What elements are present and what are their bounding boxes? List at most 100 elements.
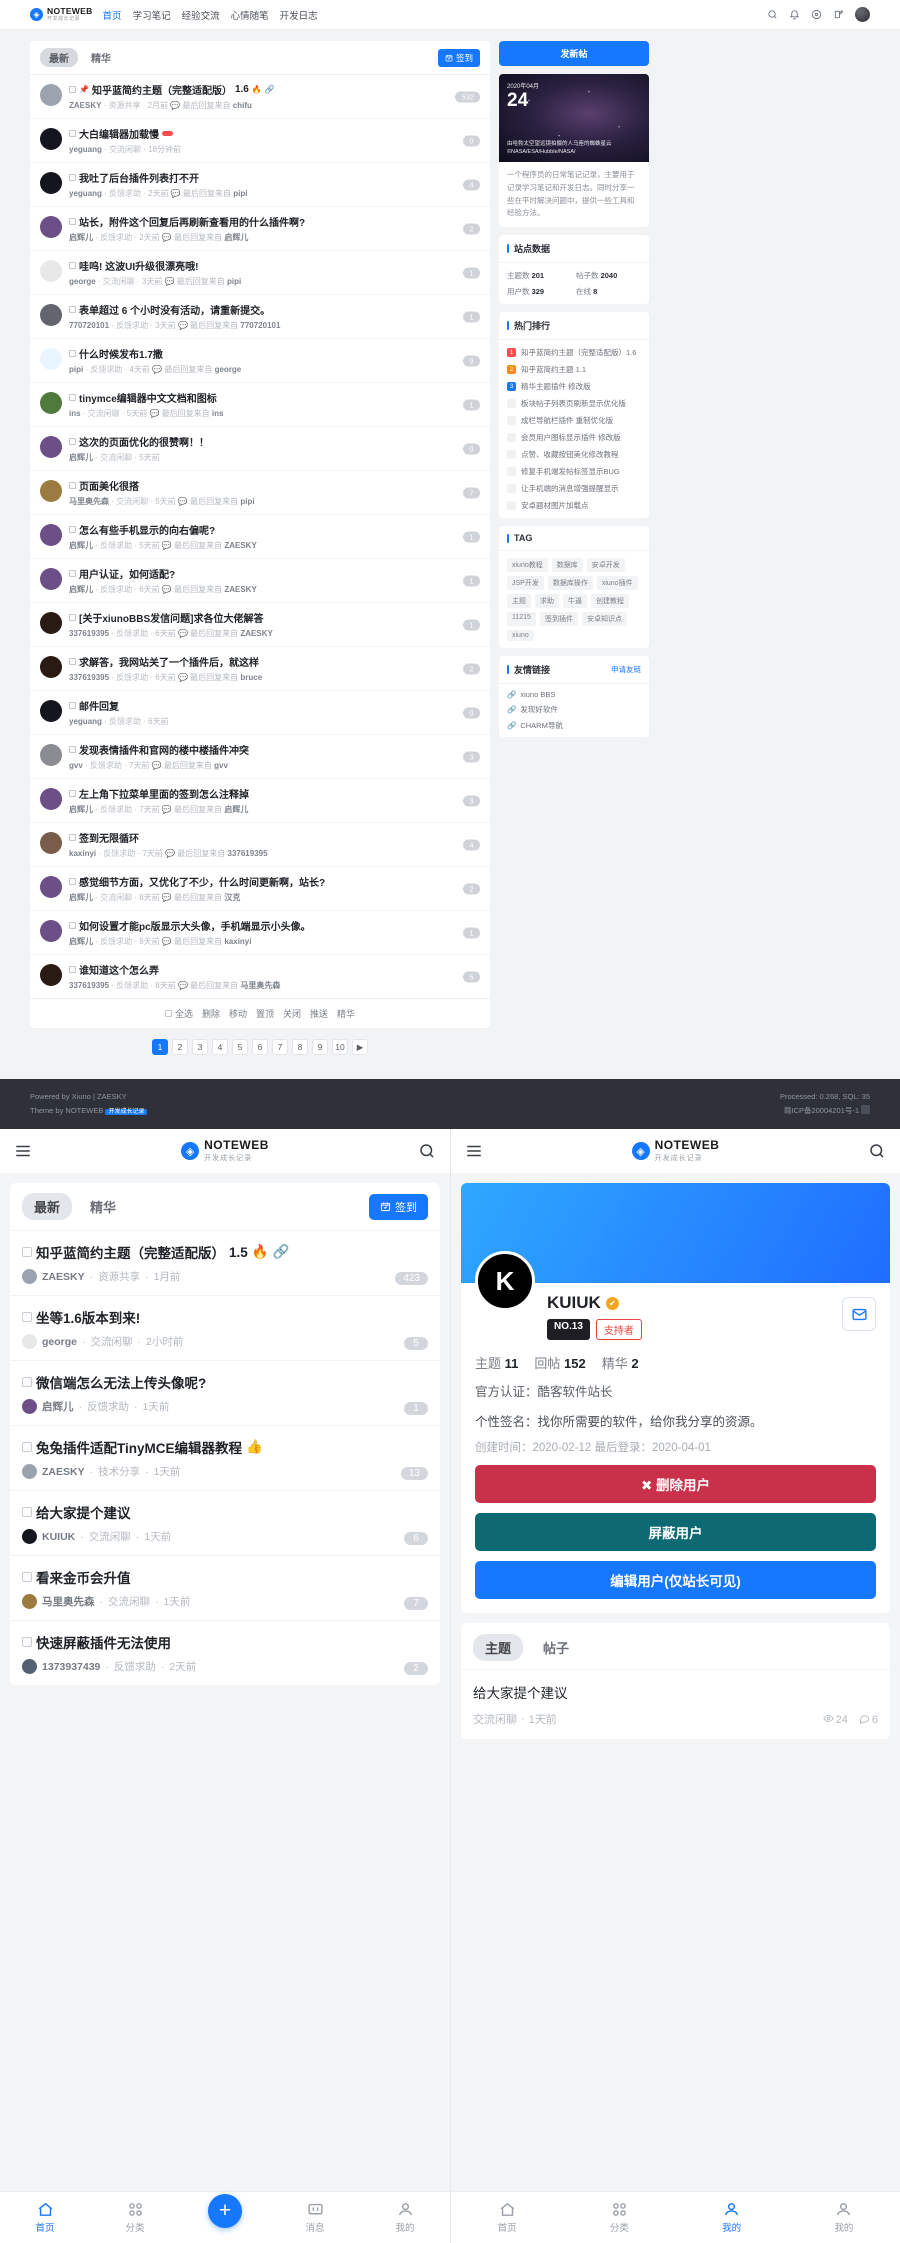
page-button-10[interactable]: 10 <box>332 1039 348 1055</box>
thread-row[interactable]: 知乎蓝简约主题（完整适配版） 1.5 🔥 🔗 ZAESKY · 资源共享 · 1月前 423 <box>10 1230 440 1295</box>
avatar[interactable] <box>40 216 62 238</box>
tag-item[interactable]: 数据库操作 <box>547 576 593 590</box>
select-all-checkbox[interactable]: 全选 <box>164 1007 193 1020</box>
thread-row[interactable]: 坐等1.6版本到来! george · 交流闲聊 · 2小时前 5 <box>10 1295 440 1360</box>
nav-item-experience[interactable]: 经验交流 <box>182 8 220 22</box>
thread-row[interactable]: 如何设置才能pc版显示大头像，手机端显示小头像。 启辉儿 · 反馈求助 · 8天前… <box>30 911 490 955</box>
thread-checkbox[interactable] <box>69 966 76 973</box>
thread-checkbox[interactable] <box>69 878 76 885</box>
tab-featured[interactable]: 精华 <box>78 1193 128 1220</box>
new-post-button[interactable]: 发新帖 <box>499 41 649 66</box>
action-close[interactable]: 关闭 <box>283 1007 301 1020</box>
avatar[interactable] <box>40 392 62 414</box>
tab-topics[interactable]: 主题 <box>473 1634 524 1661</box>
thread-row[interactable]: tinymce编辑器中文文档和图标 ins · 交流闲聊 · 5天前 💬 最后回复… <box>30 383 490 427</box>
thread-title[interactable]: tinymce编辑器中文文档和图标 <box>69 390 480 405</box>
avatar[interactable] <box>40 304 62 326</box>
mobile-logo-left[interactable]: ◈ NOTEWEB 开发成长记录 <box>181 1139 269 1162</box>
tabbar-item-我的[interactable]: 我的 <box>676 2201 788 2234</box>
send-message-button[interactable] <box>842 1297 876 1331</box>
thread-row[interactable]: 什么时候发布1.7撒 pipi · 反馈求助 · 4天前 💬 最后回复来自 geo… <box>30 339 490 383</box>
avatar[interactable] <box>22 1464 37 1479</box>
rank-item[interactable]: 安卓题材图片加载点 <box>499 497 649 514</box>
avatar[interactable] <box>40 612 62 634</box>
nav-item-mood[interactable]: 心情随笔 <box>231 8 269 22</box>
thread-title[interactable]: 谁知道这个怎么弄 <box>69 962 480 977</box>
thread-title[interactable]: 页面美化很搭 <box>69 478 480 493</box>
thread-checkbox[interactable] <box>69 262 76 269</box>
tabbar-item-首页[interactable]: 首页 <box>451 2201 563 2234</box>
tag-item[interactable]: xiuno教程 <box>507 558 548 572</box>
thread-row[interactable]: 谁知道这个怎么弄 337619395 · 反馈求助 · 8天前 💬 最后回复来自 … <box>30 955 490 998</box>
tag-item[interactable]: 牛逼 <box>563 594 587 608</box>
avatar[interactable] <box>40 128 62 150</box>
mobile-logo-right[interactable]: ◈ NOTEWEB 开发成长记录 <box>631 1139 720 1162</box>
thread-checkbox[interactable] <box>22 1312 32 1322</box>
rank-item[interactable]: 修复手机端发帖标签显示BUG <box>499 463 649 480</box>
thread-checkbox[interactable] <box>69 746 76 753</box>
tag-item[interactable]: 安卓开发 <box>586 558 625 572</box>
thread-checkbox[interactable] <box>22 1572 32 1582</box>
thread-row[interactable]: 发现表情插件和官网的楼中楼插件冲突 gvv · 反馈求助 · 7天前 💬 最后回复… <box>30 735 490 779</box>
avatar[interactable] <box>40 920 62 942</box>
thread-title[interactable]: 表单超过 6 个小时没有活动，请重新提交。 <box>69 302 480 317</box>
tab-featured[interactable]: 精华 <box>82 48 120 67</box>
nav-item-home[interactable]: 首页 <box>103 8 122 22</box>
new-post-fab[interactable]: + <box>208 2193 242 2228</box>
avatar[interactable] <box>40 84 62 106</box>
rank-item[interactable]: 板块帖子列表页刷新显示优化版 <box>499 395 649 412</box>
thread-title[interactable]: 怎么有些手机显示的向右偏呢? <box>69 522 480 537</box>
tabbar-item-我的[interactable]: 我的 <box>788 2201 900 2234</box>
thread-row[interactable]: 表单超过 6 个小时没有活动，请重新提交。 770720101 · 反馈求助 · … <box>30 295 490 339</box>
thread-row[interactable]: 大白编辑器加载慢 yeguang · 交流闲聊 · 18分钟前 0 <box>30 119 490 163</box>
avatar[interactable] <box>22 1594 37 1609</box>
search-icon[interactable] <box>868 1142 886 1160</box>
thread-row[interactable]: 看来金币会升值 马里奥先森 · 交流闲聊 · 1天前 7 <box>10 1555 440 1620</box>
thread-checkbox[interactable] <box>69 790 76 797</box>
thread-row[interactable]: 邮件回复 yeguang · 反馈求助 · 6天前 0 <box>30 691 490 735</box>
tag-item[interactable]: 11215 <box>507 612 536 626</box>
thread-checkbox[interactable] <box>69 306 76 313</box>
thread-row[interactable]: 快速屏蔽插件无法使用 1373937439 · 反馈求助 · 2天前 2 <box>10 1620 440 1685</box>
search-icon[interactable] <box>418 1142 436 1160</box>
tag-item[interactable]: 求助 <box>535 594 559 608</box>
action-push[interactable]: 推送 <box>310 1007 328 1020</box>
thread-row[interactable]: 兔兔插件适配TinyMCE编辑器教程 👍 ZAESKY · 技术分享 · 1天前 13 <box>10 1425 440 1490</box>
apply-link-button[interactable]: 申请友链 <box>611 664 641 675</box>
tabbar-item-消息[interactable]: 消息 <box>270 2201 360 2234</box>
rank-item[interactable]: 点赞、收藏按钮美化修改教程 <box>499 446 649 463</box>
thread-row[interactable]: 📌 知乎蓝简约主题（完整适配版） 1.6 🔥 🔗 ZAESKY · 资源共享 · 2月前 … <box>30 75 490 119</box>
avatar[interactable] <box>40 964 62 986</box>
bell-icon[interactable] <box>789 9 800 20</box>
thread-checkbox[interactable] <box>69 834 76 841</box>
nav-item-devlog[interactable]: 开发日志 <box>280 8 318 22</box>
thread-row[interactable]: 微信端怎么无法上传头像呢? 启辉儿 · 反馈求助 · 1天前 1 <box>10 1360 440 1425</box>
thread-title[interactable]: 什么时候发布1.7撒 <box>69 346 480 361</box>
thread-checkbox[interactable] <box>69 922 76 929</box>
page-button-8[interactable]: 8 <box>292 1039 308 1055</box>
rank-item[interactable]: 让手机端的消息增强提醒显示 <box>499 480 649 497</box>
thread-checkbox[interactable] <box>69 526 76 533</box>
avatar[interactable] <box>40 700 62 722</box>
thread-title[interactable]: 左上角下拉菜单里面的签到怎么注释掉 <box>69 786 480 801</box>
page-button-7[interactable]: 7 <box>272 1039 288 1055</box>
delete-user-button[interactable]: ✖ 删除用户 <box>475 1465 876 1503</box>
thread-title[interactable]: 我吐了后台插件列表打不开 <box>69 170 480 185</box>
thread-row[interactable]: 哇呜! 这波UI升级很漂亮哦! george · 交流闲聊 · 3天前 💬 最后回… <box>30 251 490 295</box>
thread-checkbox[interactable] <box>22 1247 32 1257</box>
list-item[interactable]: 给大家提个建议 交流闲聊 · 1天前 24 6 <box>461 1669 890 1739</box>
thread-row[interactable]: 左上角下拉菜单里面的签到怎么注释掉 启辉儿 · 反馈求助 · 7天前 💬 最后回复… <box>30 779 490 823</box>
tabbar-item-首页[interactable]: 首页 <box>0 2201 90 2234</box>
signin-button[interactable]: 签到 <box>437 48 480 67</box>
page-button-9[interactable]: 9 <box>312 1039 328 1055</box>
action-feature[interactable]: 精华 <box>337 1007 355 1020</box>
thread-checkbox[interactable] <box>69 438 76 445</box>
page-button-4[interactable]: 4 <box>212 1039 228 1055</box>
avatar[interactable] <box>40 172 62 194</box>
thread-row[interactable]: 怎么有些手机显示的向右偏呢? 启辉儿 · 反馈求助 · 5天前 💬 最后回复来自 … <box>30 515 490 559</box>
action-move[interactable]: 移动 <box>229 1007 247 1020</box>
thread-checkbox[interactable] <box>69 482 76 489</box>
thread-checkbox[interactable] <box>22 1377 32 1387</box>
menu-icon[interactable] <box>465 1142 483 1160</box>
avatar[interactable] <box>22 1269 37 1284</box>
